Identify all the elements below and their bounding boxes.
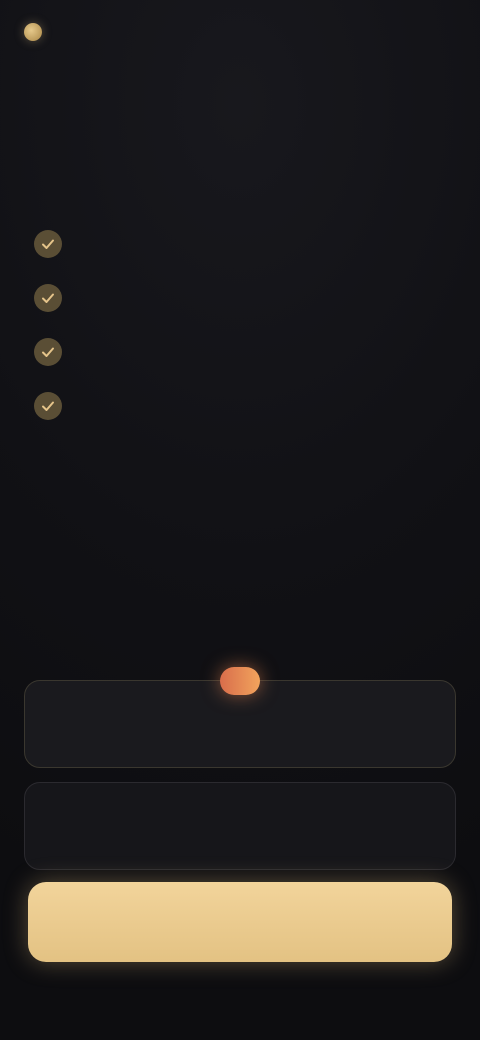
check-icon xyxy=(34,392,62,420)
paywall-screen xyxy=(0,0,480,1040)
check-icon xyxy=(34,230,62,258)
feature-item xyxy=(34,280,446,320)
plan-options xyxy=(24,667,456,884)
feature-item xyxy=(34,334,446,374)
check-icon xyxy=(34,338,62,366)
feature-item xyxy=(34,388,446,428)
plan-option-selected[interactable] xyxy=(24,667,456,768)
brand xyxy=(24,23,52,41)
feature-list xyxy=(34,226,446,442)
check-icon xyxy=(34,284,62,312)
plan-option[interactable] xyxy=(24,782,456,870)
continue-button[interactable] xyxy=(28,882,452,962)
feature-item xyxy=(34,226,446,266)
description-block xyxy=(40,492,440,502)
best-value-badge xyxy=(220,667,260,695)
top-bar xyxy=(24,14,456,50)
logo-icon xyxy=(24,23,42,41)
restore-purchases-button[interactable] xyxy=(448,26,456,38)
